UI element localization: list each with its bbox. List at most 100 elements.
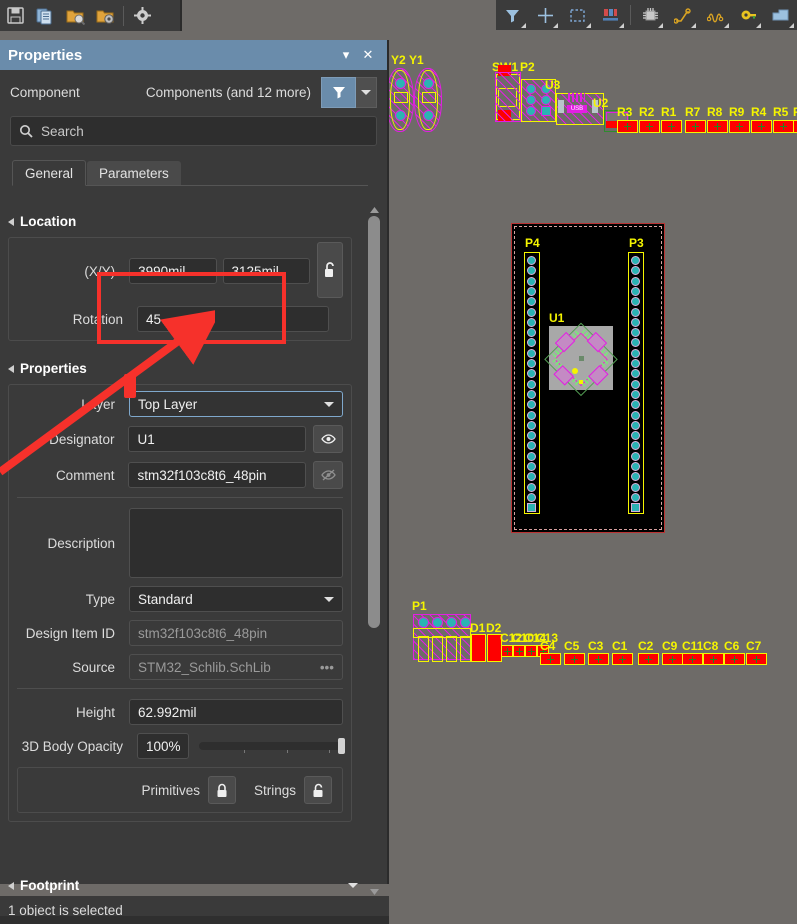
opacity-slider-knob[interactable] — [338, 738, 345, 754]
component-r7[interactable] — [685, 120, 706, 133]
funnel-icon — [332, 87, 345, 99]
section-header-location[interactable]: Location — [0, 208, 360, 233]
header-p3[interactable] — [628, 252, 644, 514]
pad — [527, 348, 536, 358]
eye-off-icon — [320, 469, 336, 481]
pcb-label: R4 — [751, 105, 767, 119]
designator-visibility-button[interactable] — [313, 425, 343, 453]
component-c3[interactable] — [588, 653, 609, 665]
pad — [527, 441, 536, 451]
component-c7[interactable] — [746, 653, 767, 665]
pcb-label: P1 — [412, 599, 427, 613]
section-header-properties[interactable]: Properties — [0, 355, 360, 380]
chevron-down-icon[interactable]: ▾ — [335, 44, 357, 66]
pad — [631, 307, 640, 317]
pcb-board[interactable]: P4 P3 U1 — [511, 223, 665, 533]
crosshair-icon[interactable] — [529, 1, 562, 29]
component-c6[interactable] — [724, 653, 745, 665]
selection-box-icon[interactable] — [561, 1, 594, 29]
component-r1[interactable] — [661, 120, 682, 133]
component-c2[interactable] — [638, 653, 659, 665]
comment-visibility-button[interactable] — [313, 461, 343, 489]
filter-funnel-icon[interactable] — [496, 1, 529, 29]
panel-tabs[interactable]: General Parameters — [12, 160, 368, 186]
height-input[interactable]: 62.992mil — [129, 699, 343, 725]
pad — [631, 297, 640, 307]
pcb-label: C8 — [703, 639, 719, 653]
description-textarea[interactable] — [129, 508, 343, 578]
search-input[interactable]: Search — [10, 116, 377, 146]
tab-parameters[interactable]: Parameters — [87, 161, 181, 185]
differential-pair-icon[interactable] — [699, 1, 732, 29]
component-place-icon[interactable] — [594, 1, 627, 29]
comment-input[interactable]: stm32f103c8t6_48pin — [128, 462, 307, 488]
component-capacitor[interactable] — [525, 645, 537, 657]
pcb-label: C2 — [638, 639, 654, 653]
pcb-label: Y1 — [409, 53, 424, 67]
component-d1[interactable] — [471, 634, 486, 662]
lock-position-button[interactable] — [316, 242, 344, 298]
open-search-folder-icon[interactable] — [60, 3, 90, 29]
header-p4[interactable] — [524, 252, 540, 514]
section-header-footprint[interactable]: Footprint — [0, 872, 368, 897]
filter-dropdown-button[interactable] — [356, 76, 377, 108]
pcb-label: R2 — [639, 105, 655, 119]
properties-group: Layer Top Layer Designator U1 Comment st… — [8, 384, 352, 822]
collapse-triangle-icon — [8, 217, 14, 226]
tab-general[interactable]: General — [12, 160, 87, 186]
component-r6[interactable] — [793, 120, 797, 133]
save-icon[interactable] — [0, 3, 30, 29]
component-r4[interactable] — [751, 120, 772, 133]
pad — [527, 410, 536, 420]
comment-label: Comment — [55, 467, 115, 483]
copy-icon[interactable] — [30, 3, 60, 29]
component-c1[interactable] — [612, 653, 633, 665]
scroll-up-arrow[interactable] — [366, 204, 382, 216]
component-c4[interactable] — [540, 653, 561, 665]
component-capacitor[interactable] — [513, 645, 525, 657]
pad — [527, 482, 536, 492]
component-capacitor[interactable] — [501, 645, 513, 657]
component-r2[interactable] — [639, 120, 660, 133]
panel-scrollbar[interactable] — [366, 204, 382, 898]
designator-input[interactable]: U1 — [128, 426, 307, 452]
polygon-pour-icon[interactable] — [764, 1, 797, 29]
source-input[interactable]: STM32_Schlib.SchLib ••• — [129, 654, 343, 680]
design-item-id-input[interactable]: stm32f103c8t6_48pin — [129, 620, 343, 646]
close-icon[interactable]: ✕ — [357, 44, 379, 66]
pad — [527, 256, 536, 265]
primitives-lock-button[interactable] — [207, 776, 236, 804]
folder-settings-icon[interactable] — [90, 3, 120, 29]
route-track-icon[interactable] — [666, 1, 699, 29]
pad — [527, 266, 536, 276]
scrollbar-track[interactable] — [368, 216, 380, 886]
filter-button[interactable] — [321, 76, 356, 108]
toolbar-left[interactable] — [0, 0, 182, 31]
search-placeholder: Search — [41, 123, 84, 139]
pad — [631, 317, 640, 327]
component-c8[interactable] — [703, 653, 724, 665]
via-key-icon[interactable] — [732, 1, 765, 29]
primitives-label: Primitives — [141, 782, 200, 798]
component-c9[interactable] — [662, 653, 683, 665]
component-c5[interactable] — [564, 653, 585, 665]
source-browse-button[interactable]: ••• — [320, 660, 334, 675]
gear-icon[interactable] — [127, 3, 157, 29]
scrollbar-thumb[interactable] — [368, 216, 380, 628]
toolbar-right[interactable] — [496, 0, 797, 30]
ic-chip-icon[interactable] — [634, 1, 667, 29]
component-u1-selection[interactable] — [544, 322, 618, 397]
layer-select[interactable]: Top Layer — [129, 391, 343, 417]
component-r5[interactable] — [773, 120, 794, 133]
opacity-slider[interactable] — [199, 738, 345, 754]
type-select[interactable]: Standard — [129, 586, 343, 612]
component-r8[interactable] — [707, 120, 728, 133]
opacity-input[interactable]: 100% — [137, 733, 189, 759]
component-c11[interactable] — [682, 653, 703, 665]
pcb-label: D1 — [470, 621, 486, 635]
component-r9[interactable] — [729, 120, 750, 133]
component-r3[interactable] — [617, 120, 638, 133]
pad — [423, 78, 434, 89]
pcb-label: C7 — [746, 639, 762, 653]
strings-lock-button[interactable] — [304, 776, 332, 804]
